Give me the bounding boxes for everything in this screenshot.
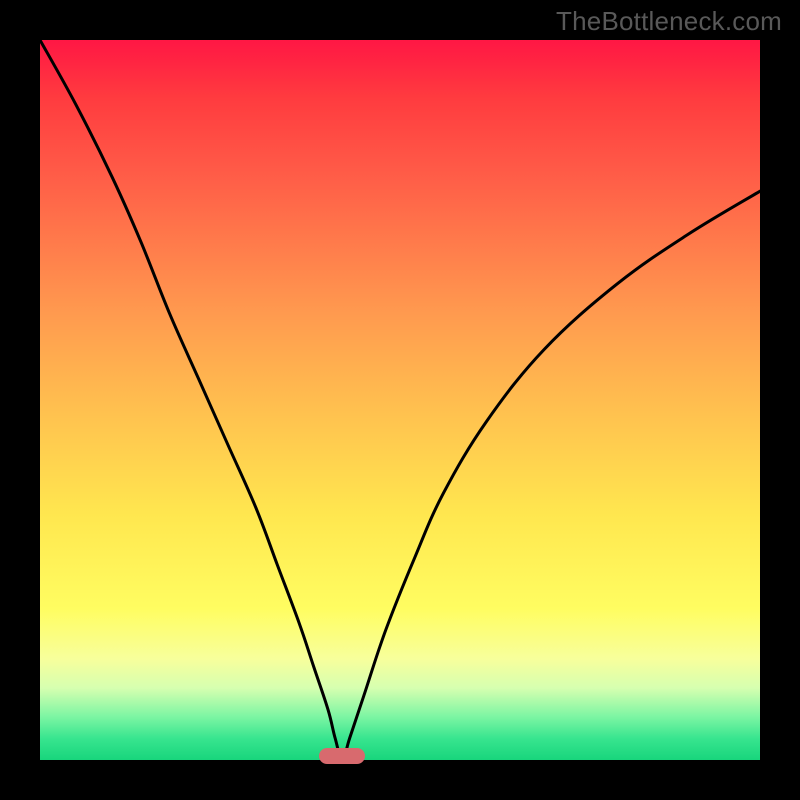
bottleneck-curve bbox=[40, 40, 760, 760]
outer-frame: TheBottleneck.com bbox=[0, 0, 800, 800]
plot-area bbox=[40, 40, 760, 760]
watermark-text: TheBottleneck.com bbox=[556, 6, 782, 37]
optimal-point-marker bbox=[319, 748, 365, 764]
